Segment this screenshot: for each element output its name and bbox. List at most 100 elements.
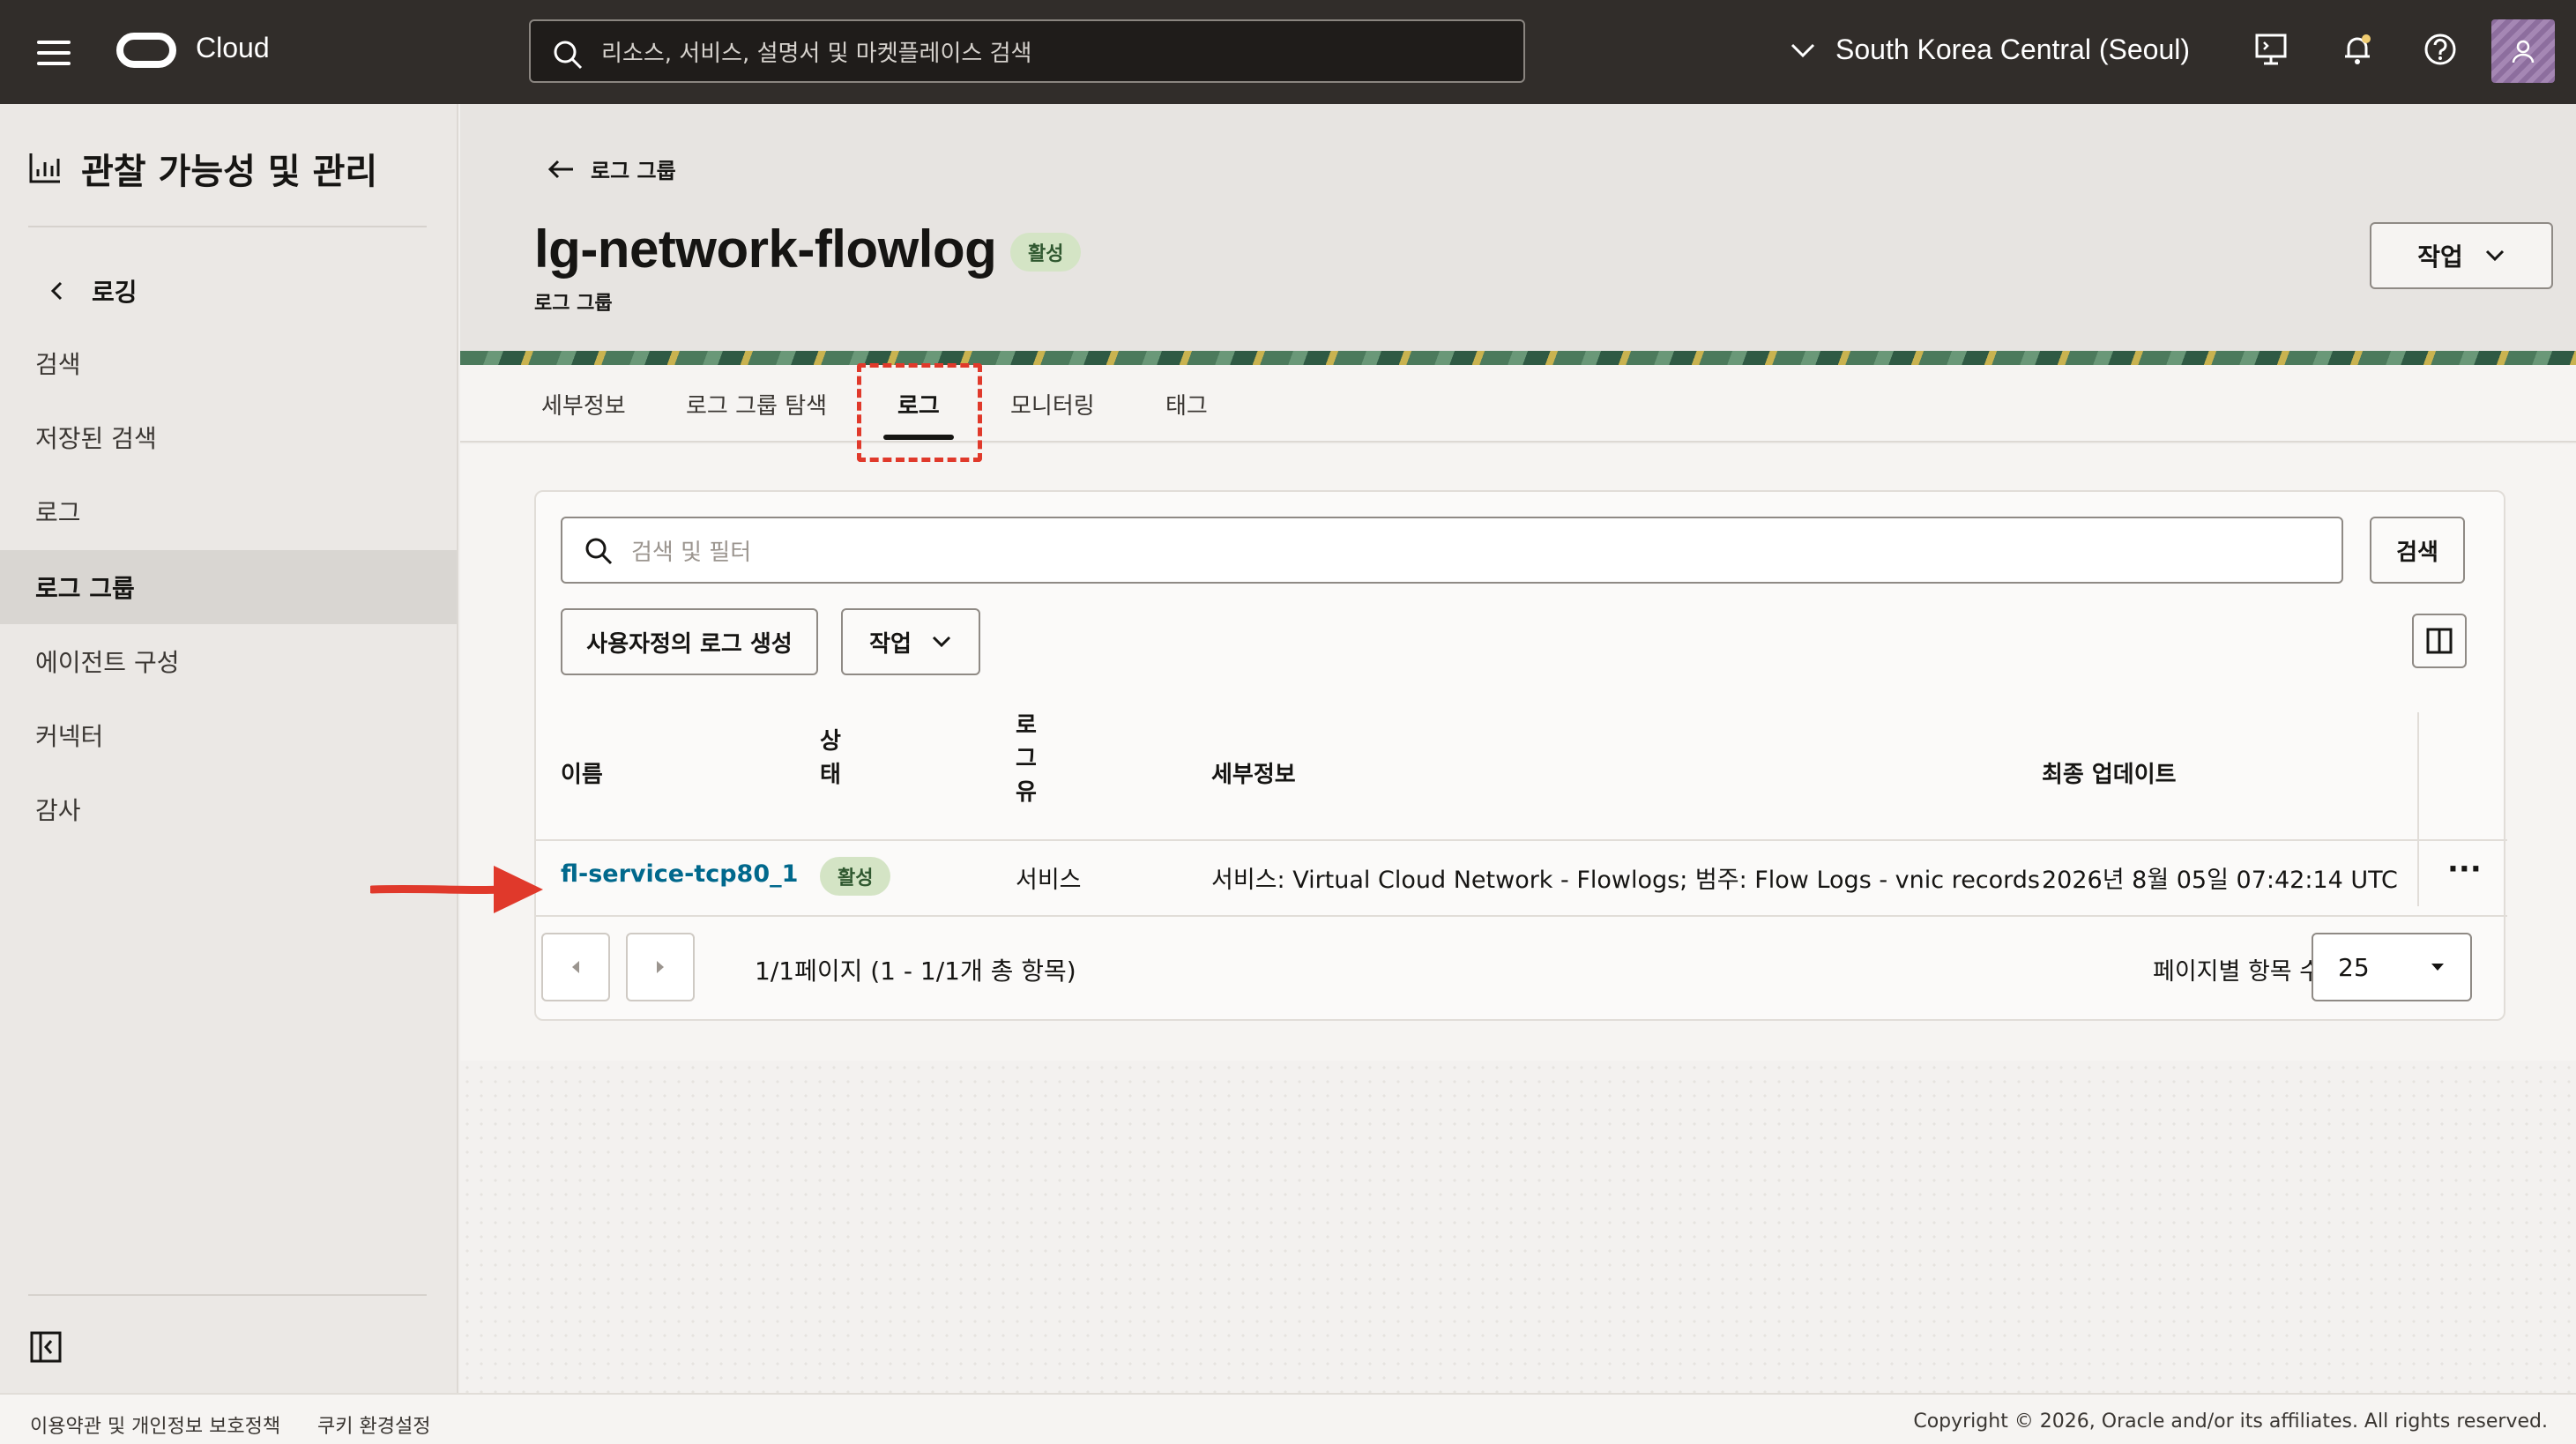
row-status-badge: 활성 bbox=[820, 857, 891, 896]
sidebar: 관찰 가능성 및 관리 로깅 검색 저장된 검색 로그 로그 그룹 에이전트 구… bbox=[0, 104, 458, 1393]
table-row-divider bbox=[536, 915, 2507, 917]
logs-table-card: 검색 및 필터 검색 사용자정의 로그 생성 작업 이름 상 태 로 그 유 세… bbox=[534, 490, 2507, 1021]
logs-panel: 검색 및 필터 검색 사용자정의 로그 생성 작업 이름 상 태 로 그 유 세… bbox=[460, 444, 2576, 1061]
column-header-type-1[interactable]: 로 bbox=[1016, 707, 1037, 740]
sidebar-item-label: 로그 bbox=[35, 498, 81, 527]
table-row-details: 서비스: Virtual Cloud Network - Flowlogs; 범… bbox=[1211, 867, 2041, 894]
background-pattern bbox=[460, 1061, 2576, 1393]
footer: 이용약관 및 개인정보 보호정책 쿠키 환경설정 Copyright © 202… bbox=[0, 1393, 2576, 1444]
decorative-banner bbox=[460, 351, 2576, 365]
sidebar-item-logs[interactable]: 로그 bbox=[0, 474, 457, 548]
global-search-input[interactable]: 리소스, 서비스, 설명서 및 마켓플레이스 검색 bbox=[529, 19, 1525, 83]
sidebar-back-label: 로깅 bbox=[92, 278, 138, 307]
column-header-type-2[interactable]: 그 bbox=[1016, 741, 1037, 773]
chevron-down-icon bbox=[932, 636, 950, 648]
search-icon bbox=[585, 538, 613, 565]
column-separator bbox=[2417, 712, 2419, 906]
cookie-preferences-link[interactable]: 쿠키 환경설정 bbox=[317, 1411, 430, 1439]
filter-search-placeholder: 검색 및 필터 bbox=[631, 539, 752, 566]
caret-right-icon bbox=[657, 961, 664, 973]
row-more-actions-icon[interactable]: ··· bbox=[2447, 852, 2482, 887]
sidebar-divider bbox=[28, 226, 427, 227]
top-bar: Cloud 리소스, 서비스, 설명서 및 마켓플레이스 검색 South Ko… bbox=[0, 0, 2576, 104]
sidebar-back-logging[interactable]: 로깅 bbox=[49, 273, 138, 309]
help-icon[interactable] bbox=[2423, 32, 2458, 67]
page-subtitle: 로그 그룹 bbox=[534, 293, 613, 315]
table-row-divider bbox=[536, 839, 2507, 841]
tab-details[interactable]: 세부정보 bbox=[541, 388, 626, 421]
chevron-down-icon bbox=[1791, 43, 1815, 57]
collapse-sidebar-icon[interactable] bbox=[30, 1331, 62, 1363]
user-icon bbox=[2512, 40, 2535, 63]
filter-search-input[interactable]: 검색 및 필터 bbox=[561, 517, 2343, 584]
sidebar-item-agent-config[interactable]: 에이전트 구성 bbox=[0, 624, 457, 698]
chevron-left-icon bbox=[50, 281, 63, 301]
global-search-placeholder: 리소스, 서비스, 설명서 및 마켓플레이스 검색 bbox=[601, 40, 1032, 67]
pagination-text: 1/1페이지 (1 - 1/1개 총 항목) bbox=[755, 956, 1076, 986]
region-selector[interactable]: South Korea Central (Seoul) bbox=[1790, 33, 2190, 66]
sidebar-item-label: 커넥터 bbox=[35, 722, 104, 751]
sidebar-item-search[interactable]: 검색 bbox=[0, 326, 457, 400]
user-avatar[interactable] bbox=[2491, 19, 2555, 83]
oracle-logo-icon[interactable] bbox=[116, 33, 176, 68]
chart-icon bbox=[29, 153, 60, 183]
column-header-details[interactable]: 세부정보 bbox=[1211, 756, 1296, 789]
sidebar-title-text: 관찰 가능성 및 관리 bbox=[81, 152, 378, 192]
app-name[interactable]: Cloud bbox=[196, 32, 270, 64]
sidebar-item-label: 감사 bbox=[35, 796, 81, 825]
column-layout-button[interactable] bbox=[2412, 614, 2467, 668]
column-header-status-1[interactable]: 상 bbox=[820, 723, 841, 755]
tab-explore-log-group[interactable]: 로그 그룹 탐색 bbox=[686, 388, 827, 421]
per-page-select[interactable]: 25 bbox=[2312, 933, 2472, 1001]
prev-page-button[interactable] bbox=[541, 933, 610, 1001]
table-row-updated: 2026년 8월 05일 07:42:14 UTC bbox=[2042, 867, 2398, 894]
search-icon bbox=[554, 41, 583, 70]
sidebar-item-connectors[interactable]: 커넥터 bbox=[0, 698, 457, 772]
columns-icon bbox=[2426, 628, 2453, 654]
tab-logs[interactable]: 로그 bbox=[883, 388, 954, 440]
sidebar-item-saved-search[interactable]: 저장된 검색 bbox=[0, 400, 457, 474]
sidebar-item-label: 로그 그룹 bbox=[35, 574, 135, 603]
actions-label: 작업 bbox=[2417, 242, 2463, 272]
main-content: 로그 그룹 lg-network-flowlog 활성 로그 그룹 작업 세부정… bbox=[460, 104, 2576, 1393]
per-page-label: 페이지별 항목 수 bbox=[2153, 958, 2322, 986]
cloud-shell-icon[interactable] bbox=[2253, 32, 2289, 67]
column-header-status-2[interactable]: 태 bbox=[820, 756, 841, 789]
column-header-updated[interactable]: 최종 업데이트 bbox=[2042, 756, 2177, 789]
sidebar-item-label: 에이전트 구성 bbox=[35, 648, 180, 677]
region-label: South Korea Central (Seoul) bbox=[1835, 33, 2190, 65]
tab-bar: 세부정보 로그 그룹 탐색 로그 모니터링 태그 bbox=[460, 365, 2576, 443]
caret-down-icon bbox=[2431, 964, 2444, 971]
sidebar-item-label: 저장된 검색 bbox=[35, 424, 157, 453]
status-badge: 활성 bbox=[1010, 233, 1082, 272]
copyright-text: Copyright © 2026, Oracle and/or its affi… bbox=[1913, 1411, 2548, 1433]
back-link-label: 로그 그룹 bbox=[591, 159, 676, 183]
sidebar-item-audit[interactable]: 감사 bbox=[0, 772, 457, 846]
column-header-name[interactable]: 이름 bbox=[561, 756, 603, 789]
sidebar-title: 관찰 가능성 및 관리 bbox=[28, 143, 377, 194]
per-page-value: 25 bbox=[2338, 952, 2370, 982]
table-actions-button[interactable]: 작업 bbox=[841, 608, 980, 675]
sidebar-bottom-divider bbox=[28, 1294, 427, 1296]
menu-icon[interactable] bbox=[37, 41, 71, 65]
search-button[interactable]: 검색 bbox=[2370, 517, 2465, 584]
tab-monitoring[interactable]: 모니터링 bbox=[1010, 388, 1095, 421]
next-page-button[interactable] bbox=[626, 933, 695, 1001]
terms-privacy-link[interactable]: 이용약관 및 개인정보 보호정책 bbox=[30, 1411, 280, 1439]
actions-dropdown-button[interactable]: 작업 bbox=[2370, 222, 2553, 289]
notification-bell-icon[interactable] bbox=[2340, 32, 2375, 67]
tab-tags[interactable]: 태그 bbox=[1165, 388, 1208, 421]
table-actions-label: 작업 bbox=[869, 630, 912, 658]
table-row-type: 서비스 bbox=[1016, 867, 1082, 894]
create-custom-log-button[interactable]: 사용자정의 로그 생성 bbox=[561, 608, 818, 675]
log-name-link[interactable]: fl-service-tcp80_1 bbox=[561, 860, 798, 888]
sidebar-item-log-groups[interactable]: 로그 그룹 bbox=[0, 550, 457, 624]
chevron-down-icon bbox=[2485, 249, 2504, 262]
caret-left-icon bbox=[572, 961, 579, 973]
page-title: lg-network-flowlog bbox=[534, 220, 997, 279]
table-row-status: 활성 bbox=[820, 857, 891, 896]
sidebar-item-label: 검색 bbox=[35, 350, 81, 379]
column-header-type-3[interactable]: 유 bbox=[1016, 774, 1037, 807]
arrow-left-icon bbox=[547, 160, 573, 178]
back-to-log-groups-link[interactable]: 로그 그룹 bbox=[547, 153, 676, 184]
